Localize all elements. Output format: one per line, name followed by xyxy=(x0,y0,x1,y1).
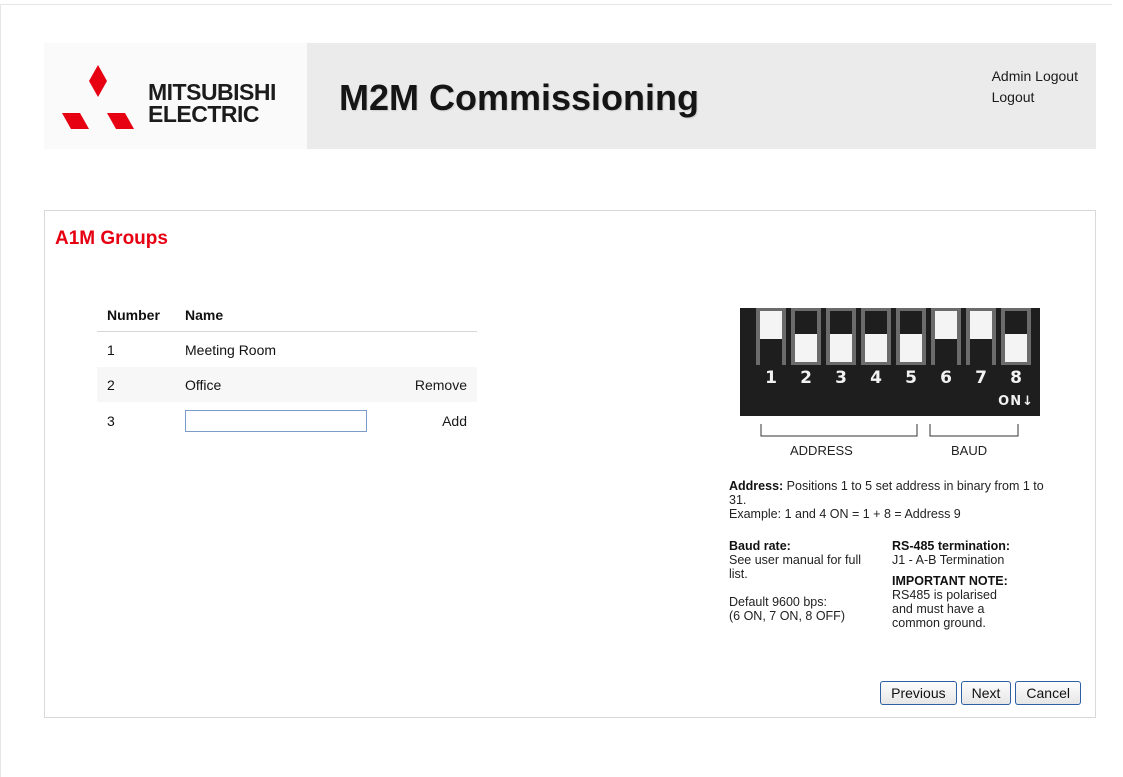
row-number: 2 xyxy=(97,367,175,402)
address-heading: Address: xyxy=(729,479,784,493)
baud-label: BAUD xyxy=(951,443,988,458)
row-name: Meeting Room xyxy=(185,341,277,358)
dip-slot-6 xyxy=(931,308,961,365)
rs485-heading: RS-485 termination: xyxy=(892,539,1011,553)
address-example: Example: 1 and 4 ON = 1 + 8 = Address 9 xyxy=(729,507,961,521)
column-header-name: Name xyxy=(175,299,387,332)
remove-link[interactable]: Remove xyxy=(415,377,467,393)
important-note-text: RS485 is polarised and must have a commo… xyxy=(892,588,997,630)
groups-table: Number Name 1 Meeting Room 2 Office Remo… xyxy=(97,299,477,440)
baud-default-settings: (6 ON, 7 ON, 8 OFF) xyxy=(729,609,845,623)
panel-title: A1M Groups xyxy=(55,228,168,249)
dip-switch-diagram: 1 2 3 4 5 6 7 8 ON↓ xyxy=(740,308,1040,416)
dip-slot-8 xyxy=(1001,308,1031,365)
dip-slot-5 xyxy=(896,308,926,365)
previous-button[interactable]: Previous xyxy=(880,681,957,705)
row-name xyxy=(175,402,387,440)
row-number: 1 xyxy=(107,341,115,358)
header: MITSUBISHI ELECTRIC M2M Commissioning Ad… xyxy=(44,43,1096,149)
add-link[interactable]: Add xyxy=(442,413,467,429)
dip-slot-4 xyxy=(861,308,891,365)
column-header-action xyxy=(387,299,477,332)
dip-number: 7 xyxy=(975,368,987,388)
table-row: 1 Meeting Room xyxy=(97,332,477,368)
logout-link[interactable]: Logout xyxy=(992,87,1078,108)
row-action: Add xyxy=(387,402,477,440)
cancel-button[interactable]: Cancel xyxy=(1015,681,1081,705)
mitsubishi-logo-icon xyxy=(62,65,134,129)
table-row: 2 Office Remove xyxy=(97,367,477,402)
dip-slot-3 xyxy=(826,308,856,365)
dip-number: 2 xyxy=(800,368,812,388)
row-number: 3 xyxy=(107,413,115,429)
baud-info: Baud rate: See user manual for full list… xyxy=(729,539,869,623)
rs485-text: J1 - A-B Termination xyxy=(892,553,1005,567)
dip-number: 5 xyxy=(905,368,917,388)
address-label: ADDRESS xyxy=(790,443,853,458)
table-header-row: Number Name xyxy=(97,299,477,332)
logo: MITSUBISHI ELECTRIC xyxy=(44,43,307,149)
admin-logout-link[interactable]: Admin Logout xyxy=(992,66,1078,87)
address-info: Address: Positions 1 to 5 set address in… xyxy=(729,479,1044,521)
next-button[interactable]: Next xyxy=(960,681,1012,705)
dip-number: 6 xyxy=(940,368,952,388)
logo-text: MITSUBISHI ELECTRIC xyxy=(148,79,276,127)
groups-panel: A1M Groups Number Name 1 Meeting Room 2 … xyxy=(44,210,1096,718)
header-links: Admin Logout Logout xyxy=(992,66,1078,108)
baud-default: Default 9600 bps: xyxy=(729,595,827,609)
table-row: 3 Add xyxy=(97,402,477,440)
page-title: M2M Commissioning xyxy=(339,77,700,118)
wizard-buttons: Previous Next Cancel xyxy=(876,681,1081,705)
new-group-name-input[interactable] xyxy=(185,410,367,432)
dip-number: 3 xyxy=(835,368,847,388)
dip-slot-1 xyxy=(756,308,786,365)
baud-heading: Baud rate: xyxy=(729,539,791,553)
dip-number: 1 xyxy=(765,368,777,388)
dip-on-label: ON↓ xyxy=(998,394,1034,409)
row-action: Remove xyxy=(387,367,477,402)
rs485-info: RS-485 termination: J1 - A-B Termination… xyxy=(892,539,1042,630)
dip-number: 4 xyxy=(870,368,882,388)
dip-slot-2 xyxy=(791,308,821,365)
dip-position-numbers: 1 2 3 4 5 6 7 8 xyxy=(740,368,1040,388)
dip-slot-7 xyxy=(966,308,996,365)
dip-number: 8 xyxy=(1010,368,1022,388)
dip-brackets xyxy=(760,424,1019,437)
row-name: Office xyxy=(175,367,387,402)
baud-text: See user manual for full list. xyxy=(729,553,862,581)
column-header-number: Number xyxy=(97,299,175,332)
row-action xyxy=(387,332,477,368)
important-note-heading: IMPORTANT NOTE: xyxy=(892,574,1008,588)
